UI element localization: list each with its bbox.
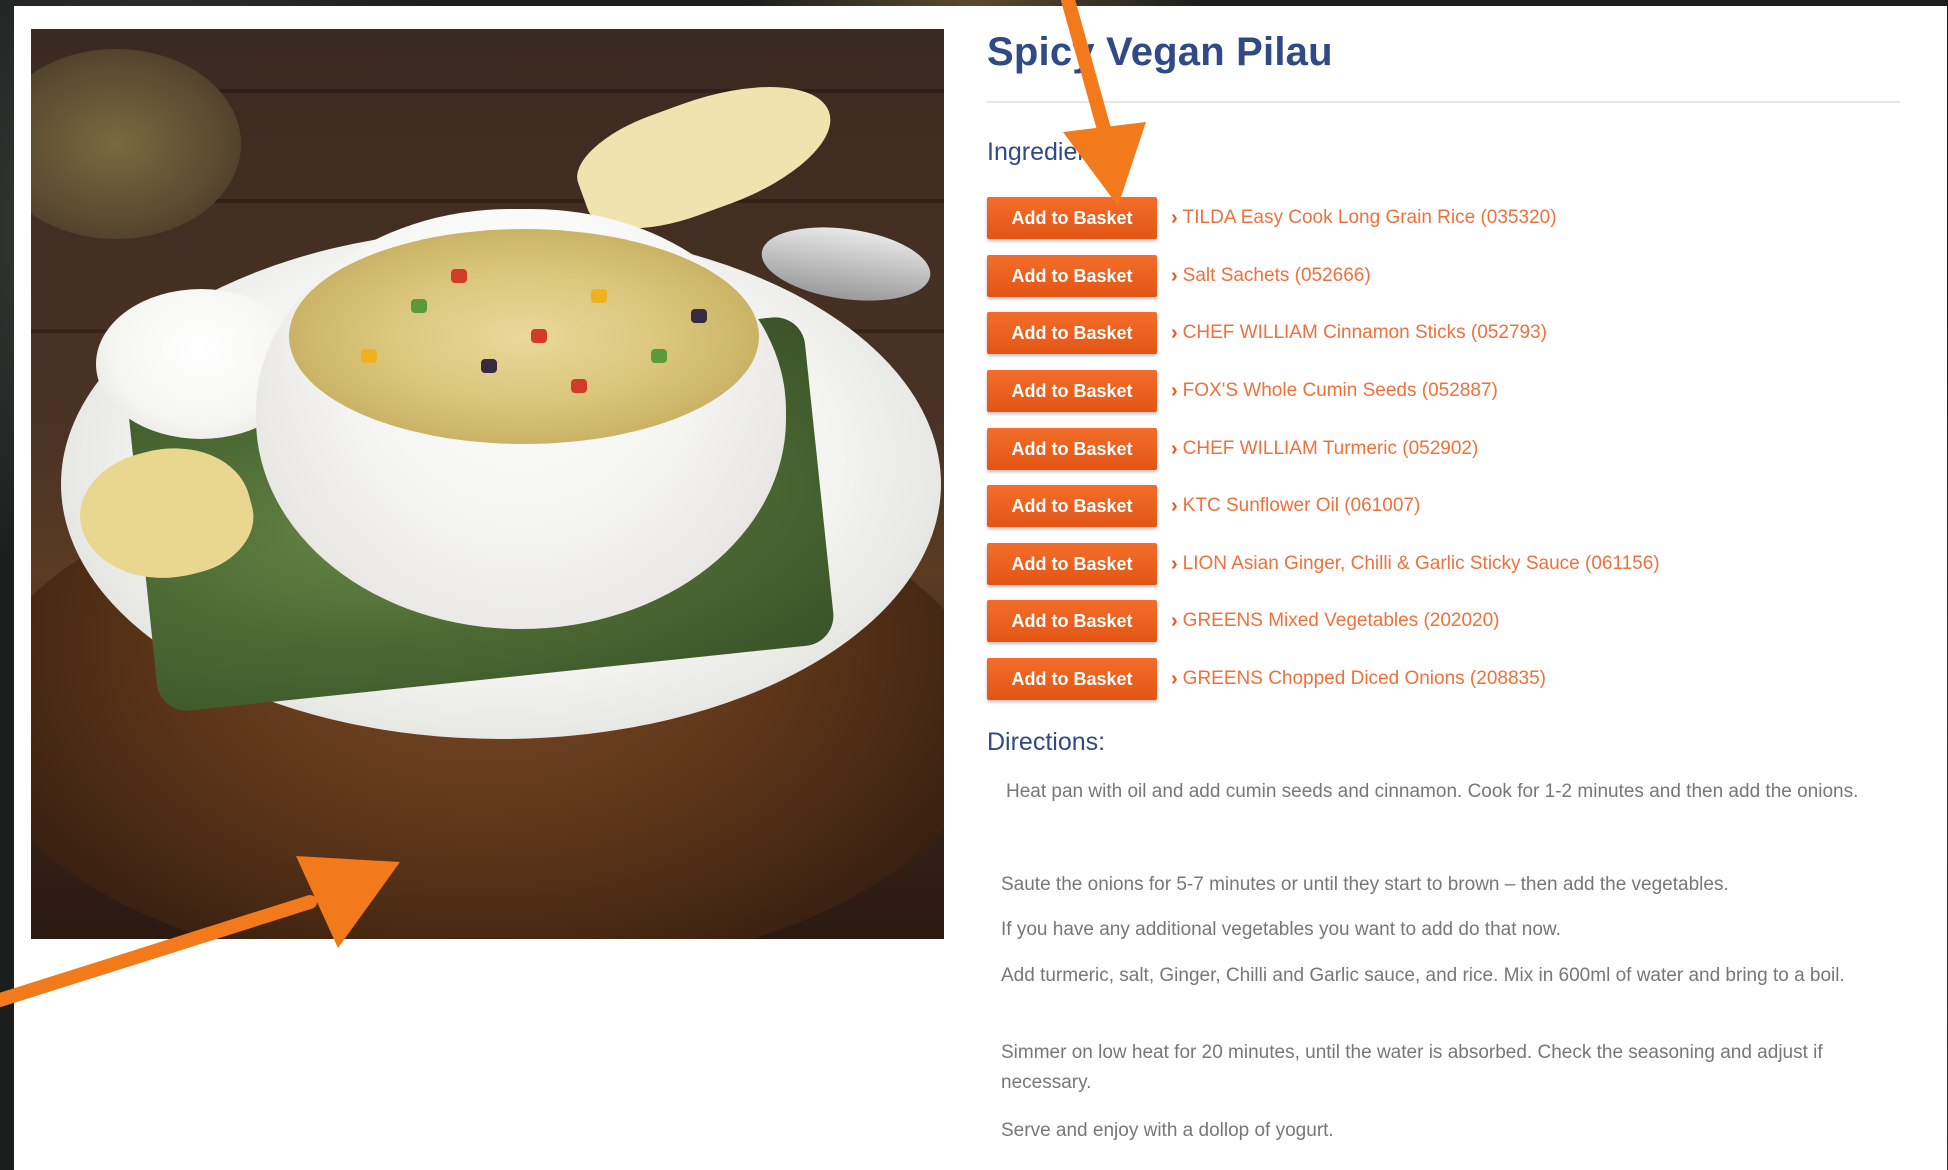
add-to-basket-button[interactable]: Add to Basket xyxy=(987,428,1157,470)
ingredient-row: Add to Basket › Salt Sachets (052666) xyxy=(987,254,1371,298)
ingredient-row: Add to Basket › GREENS Mixed Vegetables … xyxy=(987,599,1500,643)
recipe-title: Spicy Vegan Pilau xyxy=(987,30,1333,74)
direction-step: Add turmeric, salt, Ginger, Chilli and G… xyxy=(1001,965,1845,986)
ingredient-link[interactable]: LION Asian Ginger, Chilli & Garlic Stick… xyxy=(1183,553,1660,575)
ingredients-heading: Ingredients: xyxy=(987,138,1118,166)
ingredient-row: Add to Basket › FOX'S Whole Cumin Seeds … xyxy=(987,369,1498,413)
direction-step: If you have any additional vegetables yo… xyxy=(1001,919,1561,940)
direction-step: Serve and enjoy with a dollop of yogurt. xyxy=(1001,1120,1334,1141)
add-to-basket-button[interactable]: Add to Basket xyxy=(987,658,1157,700)
ingredient-link[interactable]: KTC Sunflower Oil (061007) xyxy=(1183,495,1421,517)
ingredient-row: Add to Basket › TILDA Easy Cook Long Gra… xyxy=(987,196,1557,240)
ingredient-link[interactable]: TILDA Easy Cook Long Grain Rice (035320) xyxy=(1183,207,1557,229)
directions-heading: Directions: xyxy=(987,728,1106,756)
ingredient-link[interactable]: CHEF WILLIAM Cinnamon Sticks (052793) xyxy=(1183,322,1547,344)
ingredient-link[interactable]: Salt Sachets (052666) xyxy=(1183,265,1371,287)
title-divider xyxy=(987,101,1900,103)
recipe-photo xyxy=(31,29,944,939)
chevron-right-icon: › xyxy=(1171,667,1178,690)
chevron-right-icon: › xyxy=(1171,379,1178,402)
ingredient-row: Add to Basket › KTC Sunflower Oil (06100… xyxy=(987,484,1420,528)
add-to-basket-button[interactable]: Add to Basket xyxy=(987,485,1157,527)
ingredient-link[interactable]: GREENS Mixed Vegetables (202020) xyxy=(1183,610,1500,632)
ingredient-row: Add to Basket › LION Asian Ginger, Chill… xyxy=(987,542,1660,586)
add-to-basket-button[interactable]: Add to Basket xyxy=(987,600,1157,642)
direction-step: Simmer on low heat for 20 minutes, until… xyxy=(1001,1042,1823,1093)
chevron-right-icon: › xyxy=(1171,321,1178,344)
direction-step: Saute the onions for 5-7 minutes or unti… xyxy=(1001,874,1729,895)
ingredient-link[interactable]: FOX'S Whole Cumin Seeds (052887) xyxy=(1183,380,1498,402)
add-to-basket-button[interactable]: Add to Basket xyxy=(987,255,1157,297)
ingredient-row: Add to Basket › GREENS Chopped Diced Oni… xyxy=(987,657,1546,701)
add-to-basket-button[interactable]: Add to Basket xyxy=(987,197,1157,239)
chevron-right-icon: › xyxy=(1171,206,1178,229)
add-to-basket-button[interactable]: Add to Basket xyxy=(987,312,1157,354)
add-to-basket-button[interactable]: Add to Basket xyxy=(987,543,1157,585)
ingredient-link[interactable]: CHEF WILLIAM Turmeric (052902) xyxy=(1183,438,1479,460)
chevron-right-icon: › xyxy=(1171,437,1178,460)
direction-step: Heat pan with oil and add cumin seeds an… xyxy=(1006,781,1859,802)
ingredient-link[interactable]: GREENS Chopped Diced Onions (208835) xyxy=(1183,668,1546,690)
chevron-right-icon: › xyxy=(1171,264,1178,287)
ingredient-row: Add to Basket › CHEF WILLIAM Turmeric (0… xyxy=(987,427,1478,471)
chevron-right-icon: › xyxy=(1171,609,1178,632)
add-to-basket-button[interactable]: Add to Basket xyxy=(987,370,1157,412)
chevron-right-icon: › xyxy=(1171,552,1178,575)
ingredient-row: Add to Basket › CHEF WILLIAM Cinnamon St… xyxy=(987,311,1547,355)
chevron-right-icon: › xyxy=(1171,494,1178,517)
